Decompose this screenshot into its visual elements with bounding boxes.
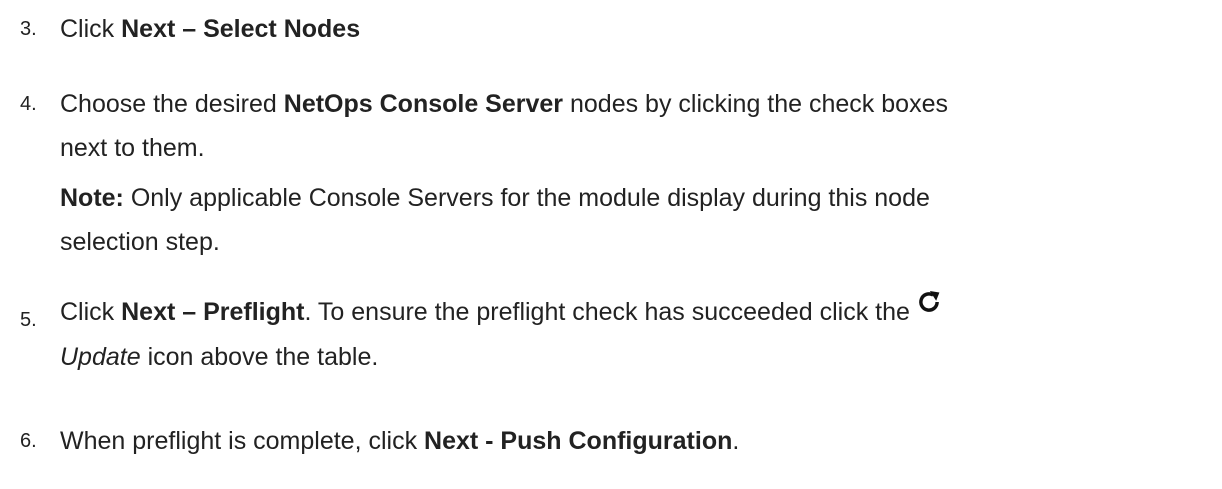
step-number: 4. <box>20 93 37 115</box>
step-content: Click Next – Preflight. To ensure the pr… <box>60 290 1212 379</box>
step-content: Choose the desired NetOps Console Server… <box>60 82 1212 264</box>
step-6: 6. When preflight is complete, click Nex… <box>20 419 1212 463</box>
update-label: Update <box>60 343 141 372</box>
step-bold: Next - Push Configuration <box>424 427 733 455</box>
step-line: Click Next – Preflight. To ensure the pr… <box>60 290 1212 335</box>
step-text: . To ensure the preflight check has succ… <box>304 298 910 326</box>
step-5: 5. Click Next – Preflight. To ensure the… <box>20 290 1212 379</box>
step-number: 5. <box>20 309 37 331</box>
step-text: nodes by clicking the check boxes <box>563 90 948 118</box>
step-text: icon above the table. <box>140 343 379 372</box>
step-3: 3. Click Next – Select Nodes <box>20 7 1212 51</box>
step-number: 6. <box>20 430 37 452</box>
note-label: Note: <box>60 184 124 212</box>
step-content: Click Next – Select Nodes <box>60 7 1212 51</box>
step-line: Choose the desired NetOps Console Server… <box>60 82 1212 126</box>
note-line: Note: Only applicable Console Servers fo… <box>60 176 1212 220</box>
step-text: Click <box>60 298 122 326</box>
step-content: When preflight is complete, click Next -… <box>60 419 1212 463</box>
step-text: When preflight is complete, click <box>60 427 425 455</box>
step-text: Choose the desired <box>60 90 284 118</box>
step-line: next to them. <box>60 134 205 162</box>
refresh-icon <box>916 285 942 329</box>
step-number: 3. <box>20 18 37 40</box>
note-line: selection step. <box>60 228 220 256</box>
step-bold: Next – Select Nodes <box>121 15 361 43</box>
step-line: Update icon above the table. <box>60 335 1212 379</box>
step-bold: NetOps Console Server <box>283 90 564 118</box>
step-4: 4. Choose the desired NetOps Console Ser… <box>20 82 1212 264</box>
step-text: . <box>732 427 740 455</box>
step-bold: Next – Preflight <box>121 298 305 326</box>
step-text: Click <box>60 15 122 43</box>
note-text: Only applicable Console Servers for the … <box>123 184 930 212</box>
